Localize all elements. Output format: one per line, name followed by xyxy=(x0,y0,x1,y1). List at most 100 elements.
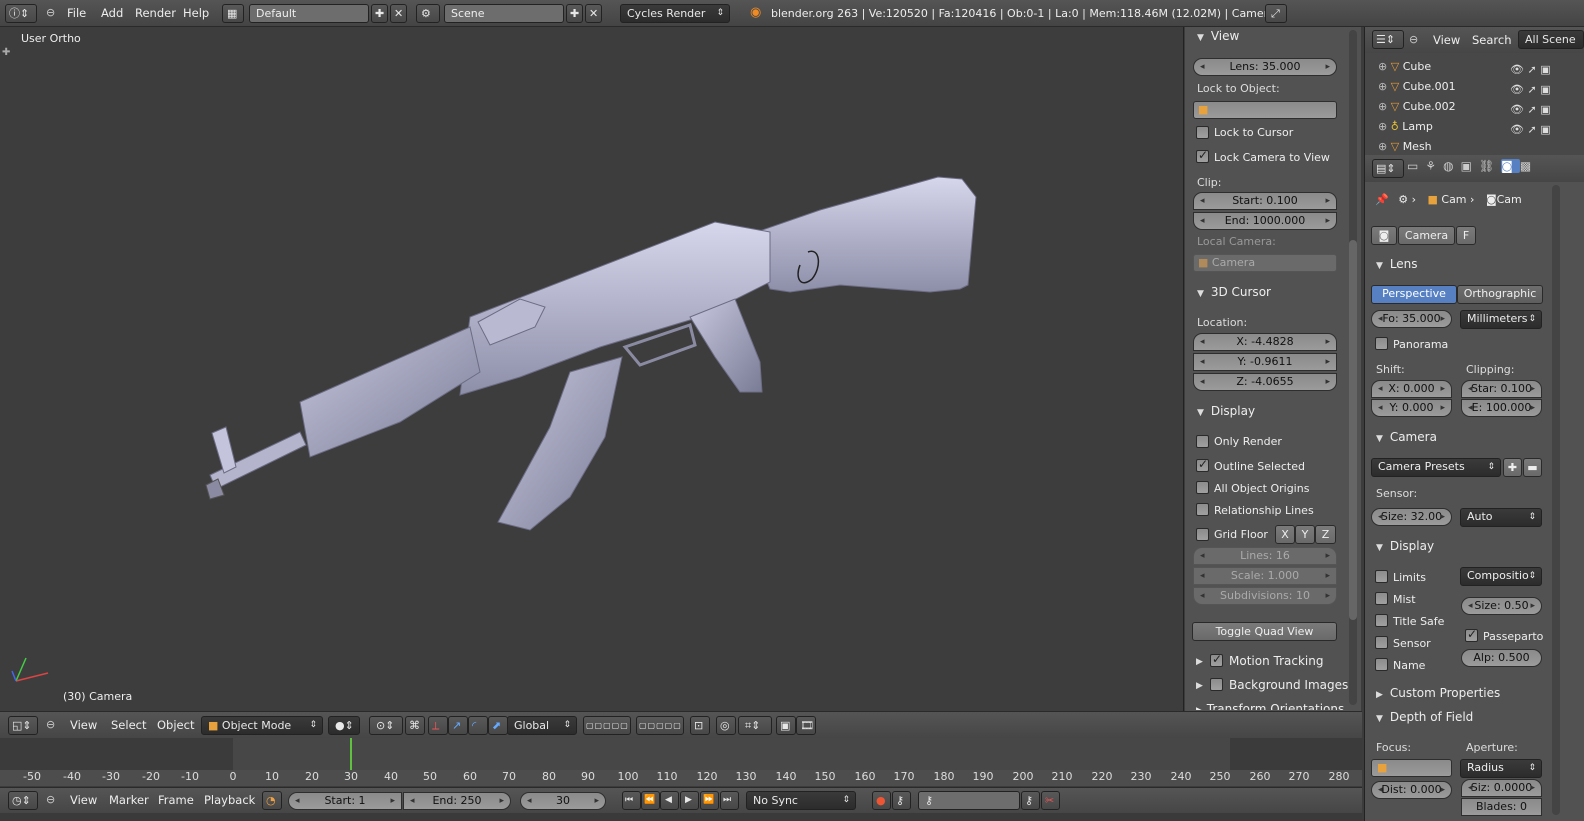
cursor-panel-header[interactable]: ▼ 3D Cursor xyxy=(1197,285,1271,305)
start-frame-field[interactable]: ◂ Start: 1 ▸ xyxy=(288,792,402,810)
remove-preset-button[interactable]: ▬ xyxy=(1523,458,1542,477)
camera-data-tab-icon[interactable]: ◙ xyxy=(1501,159,1520,173)
properties-editor-type-button[interactable]: ▤⇕ xyxy=(1372,159,1404,178)
outliner-menu-view[interactable]: View xyxy=(1433,33,1460,47)
insert-keyframe-button[interactable]: ⚷ xyxy=(1021,791,1040,810)
relationship-lines-checkbox[interactable] xyxy=(1196,503,1209,516)
custom-properties-panel-header[interactable]: ▶ Custom Properties xyxy=(1376,686,1500,706)
local-camera-field[interactable]: ■ Camera xyxy=(1193,254,1337,272)
add-preset-button[interactable]: ✚ xyxy=(1503,458,1522,477)
rotate-manipulator[interactable]: ↗ xyxy=(448,716,468,735)
background-images-panel-header[interactable]: ▶ xyxy=(1196,677,1206,697)
camera-render-icon[interactable]: ▣ xyxy=(1540,123,1550,136)
current-frame-field[interactable]: ◂ 30 ▸ xyxy=(520,792,606,810)
3d-viewport[interactable]: User Ortho ✚ (30) Camera xyxy=(0,27,1184,711)
outliner-display-mode-dropdown[interactable]: All Scene xyxy=(1518,30,1584,49)
timeline-editor-type-button[interactable]: ◷⇕ xyxy=(8,791,38,810)
layout-add-button[interactable]: ✚ xyxy=(371,4,388,23)
outliner-editor-type-button[interactable]: ☰⇕ xyxy=(1372,30,1404,49)
outliner-item-cube-001[interactable]: ⊕ ▽ Cube.001 xyxy=(1378,80,1456,99)
camera-panel-header[interactable]: ▼ Camera xyxy=(1376,430,1437,450)
menu-add[interactable]: Add xyxy=(101,6,123,20)
grid-x-toggle[interactable]: X xyxy=(1275,525,1295,544)
menu-frame[interactable]: Frame xyxy=(158,793,194,807)
translate-manipulator[interactable]: ⟂ xyxy=(428,716,448,735)
shift-y-field[interactable]: ◂ Y: 0.000 ▸ xyxy=(1371,399,1452,417)
clip-end-field[interactable]: ◂ End: 1000.000 ▸ xyxy=(1193,212,1337,230)
composition-guides-dropdown[interactable]: Compositio ⇕ xyxy=(1460,567,1542,586)
cursor-z-field[interactable]: ◂ Z: -4.0655 ▸ xyxy=(1193,373,1337,391)
passepartout-checkbox[interactable] xyxy=(1465,627,1478,642)
render-preview-button[interactable]: ▣ xyxy=(776,716,796,735)
lock-object-field[interactable]: ■ xyxy=(1193,101,1337,119)
cursor-icon[interactable]: ➚ xyxy=(1527,63,1536,76)
fullscreen-button[interactable]: ⤢ xyxy=(1265,4,1287,23)
view-panel-header[interactable]: ▼ View xyxy=(1197,29,1239,49)
menu-file[interactable]: File xyxy=(67,6,86,20)
aperture-size-field[interactable]: ◂ Siz: 0.0000 ▸ xyxy=(1461,779,1542,797)
menu-view[interactable]: View xyxy=(70,793,97,807)
active-keying-set-field[interactable]: ⚷ xyxy=(918,791,1020,810)
layers-row-1[interactable]: ▢▢▢▢▢ xyxy=(583,716,631,735)
shading-dropdown[interactable]: ●⇕ xyxy=(328,716,360,735)
outliner-item-cube-002[interactable]: ⊕ ▽ Cube.002 xyxy=(1378,100,1456,119)
current-frame-line[interactable] xyxy=(350,738,352,770)
menu-view[interactable]: View xyxy=(70,718,97,732)
display-props-panel-header[interactable]: ▼ Display xyxy=(1376,539,1434,559)
editor-type-button[interactable]: ⓘ⇕ xyxy=(5,4,37,23)
play-button[interactable]: ▶ xyxy=(680,791,699,810)
grid-floor-checkbox[interactable] xyxy=(1196,528,1209,541)
render-engine-dropdown[interactable]: Cycles Render ⇕ xyxy=(620,4,730,23)
lens-panel-header[interactable]: ▼ Lens xyxy=(1376,257,1418,277)
object-tab-icon[interactable]: ▣ xyxy=(1461,159,1479,173)
perspective-button[interactable]: Perspective xyxy=(1371,285,1457,304)
sensor-checkbox[interactable] xyxy=(1375,636,1388,649)
pivot-dropdown[interactable]: ⊙⇕ xyxy=(369,716,403,735)
background-images-checkbox[interactable] xyxy=(1210,678,1223,691)
layout-name-field[interactable]: Default xyxy=(249,4,369,23)
eye-icon[interactable]: 👁 xyxy=(1510,83,1524,96)
clip-start-prop-field[interactable]: ◂ Star: 0.100 ▸ xyxy=(1461,380,1542,398)
grid-y-toggle[interactable]: Y xyxy=(1295,525,1315,544)
motion-tracking-checkbox[interactable] xyxy=(1210,652,1223,667)
camera-presets-dropdown[interactable]: Camera Presets ⇕ xyxy=(1371,458,1501,477)
motion-tracking-panel-header[interactable]: ▶ xyxy=(1196,653,1206,673)
world-tab-icon[interactable]: ◍ xyxy=(1443,159,1460,173)
camera-render-icon[interactable]: ▣ xyxy=(1540,63,1550,76)
grid-scale-field[interactable]: ◂ Scale: 1.000 ▸ xyxy=(1193,567,1337,585)
proportional-edit-button[interactable]: ◎ xyxy=(716,716,736,735)
menu-render[interactable]: Render xyxy=(135,6,176,20)
limits-checkbox[interactable] xyxy=(1375,570,1388,583)
render-animation-button[interactable]: 🎞 xyxy=(796,716,816,735)
display-size-field[interactable]: ◂ Size: 0.50 ▸ xyxy=(1461,597,1542,615)
manipulator-toggle[interactable]: ⌘ xyxy=(405,716,425,735)
eye-icon[interactable]: 👁 xyxy=(1510,123,1524,136)
layout-remove-button[interactable]: ✕ xyxy=(390,4,407,23)
clip-end-prop-field[interactable]: ◂ E: 100.000 ▸ xyxy=(1461,399,1542,417)
jump-start-button[interactable]: ⏮ xyxy=(622,791,641,810)
orthographic-button[interactable]: Orthographic xyxy=(1457,285,1543,304)
toggle-quad-view-button[interactable]: Toggle Quad View xyxy=(1192,622,1337,641)
menu-help[interactable]: Help xyxy=(183,6,209,20)
menu-playback[interactable]: Playback xyxy=(204,793,255,807)
eye-icon[interactable]: 👁 xyxy=(1510,103,1524,116)
outline-selected-checkbox[interactable] xyxy=(1196,457,1209,472)
header-collapse-icon[interactable]: ⊖ xyxy=(46,718,55,731)
dof-panel-header[interactable]: ▼ Depth of Field xyxy=(1376,710,1473,730)
outliner-collapse-icon[interactable]: ⊖ xyxy=(1409,33,1418,46)
focus-distance-field[interactable]: ◂ Dist: 0.000 ▸ xyxy=(1371,781,1452,799)
timeline-collapse-icon[interactable]: ⊖ xyxy=(46,793,55,806)
lock-cursor-checkbox[interactable] xyxy=(1196,126,1209,139)
properties-scrollbar[interactable] xyxy=(1552,185,1560,815)
shift-x-field[interactable]: ◂ X: 0.000 ▸ xyxy=(1371,380,1452,398)
jump-prev-keyframe-button[interactable]: ⏪ xyxy=(641,791,660,810)
scene-add-button[interactable]: ✚ xyxy=(566,4,583,23)
lens-field[interactable]: ◂ Lens: 35.000 ▸ xyxy=(1193,58,1337,76)
render-tab-icon[interactable]: ▭ xyxy=(1407,159,1425,173)
mode-dropdown[interactable]: ■ Object Mode ⇕ xyxy=(201,716,323,735)
jump-end-button[interactable]: ⏭ xyxy=(720,791,739,810)
scene-tab-icon[interactable]: ⚘ xyxy=(1425,159,1443,173)
all-origins-checkbox[interactable] xyxy=(1196,481,1209,494)
camera-render-icon[interactable]: ▣ xyxy=(1540,83,1550,96)
cursor-y-field[interactable]: ◂ Y: -0.9611 ▸ xyxy=(1193,353,1337,371)
